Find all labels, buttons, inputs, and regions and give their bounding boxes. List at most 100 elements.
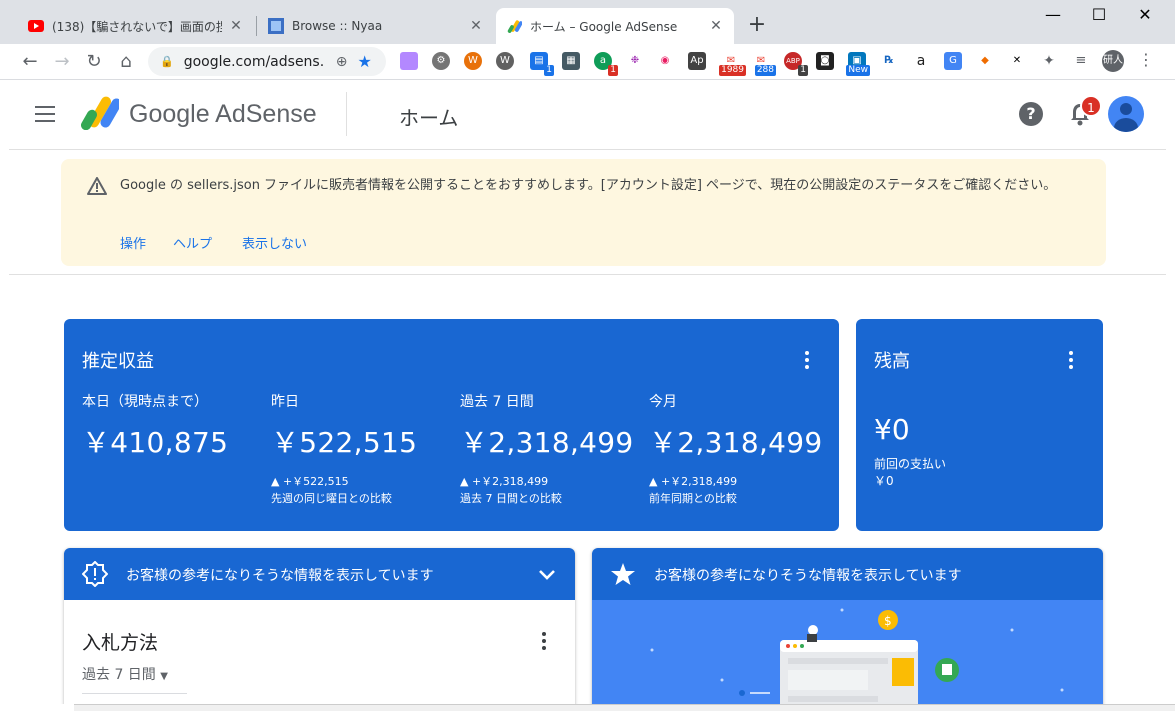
close-tab-icon[interactable]: ✕ <box>468 18 484 34</box>
home-icon[interactable]: ⌂ <box>114 50 138 74</box>
metric-compare: 前年同期との比較 <box>649 492 737 505</box>
sellers-json-notice: Google の sellers.json ファイルに販売者情報を公開することを… <box>61 159 1106 266</box>
back-arrow-icon[interactable]: ← <box>18 50 42 74</box>
metric-value: ￥2,318,499 <box>460 426 634 459</box>
google-translate-icon[interactable]: G <box>944 52 962 70</box>
tab-adsense[interactable]: ホーム – Google AdSense ✕ <box>496 8 734 44</box>
background-window-strip <box>74 704 1175 711</box>
extension-badge: New <box>846 65 870 76</box>
notice-help-link[interactable]: ヘルプ <box>173 233 212 252</box>
notice-action-link[interactable]: 操作 <box>120 233 146 252</box>
tab-nyaa[interactable]: Browse :: Nyaa ✕ <box>258 8 494 44</box>
nyaa-icon <box>268 18 284 34</box>
date-range-label: 過去 7 日間 <box>82 667 156 683</box>
extension-doc-icon[interactable]: ▤ 1 <box>530 52 554 76</box>
address-bar[interactable]: 🔒 google.com/adsens... ⊕ ★ <box>148 47 386 76</box>
metric-value: ￥2,318,499 <box>649 426 823 459</box>
metric-compare: 先週の同じ曜日との比較 <box>271 492 392 505</box>
metric-today: 本日（現時点まで） ￥410,875 <box>82 391 272 461</box>
extension-orange-icon[interactable]: ◆ <box>976 52 994 70</box>
browser-toolbar: ← → ↻ ⌂ 🔒 google.com/adsens... ⊕ ★ ⚙ W W… <box>0 44 1175 80</box>
metric-change: ▲ +￥2,318,499 <box>460 475 549 488</box>
extension-badge: 1 <box>798 65 808 76</box>
extension-x-icon[interactable]: ✕ <box>1008 52 1026 70</box>
extension-badge: 288 <box>754 65 776 76</box>
extension-w-icon[interactable]: W <box>464 52 482 70</box>
url-text: google.com/adsens... <box>183 53 324 70</box>
insight-header-text: お客様の参考になりそうな情報を表示しています <box>126 568 434 584</box>
metric-change: ▲ +￥522,515 <box>271 475 349 488</box>
page-title: ホーム <box>399 106 459 130</box>
last-payment-label: 前回の支払い <box>874 457 947 471</box>
dropdown-arrow-icon: ▼ <box>160 671 168 682</box>
media-queue-icon[interactable]: ≡ <box>1072 52 1090 70</box>
insight-card-bidding: お客様の参考になりそうな情報を表示しています 入札方法 過去 7 日間 ▼ <box>64 548 575 704</box>
balance-title: 残高 <box>874 351 910 372</box>
close-tab-icon[interactable]: ✕ <box>228 18 244 34</box>
notice-dismiss-link[interactable]: 表示しない <box>242 233 307 252</box>
extension-gear-icon[interactable]: ⚙ <box>432 52 450 70</box>
close-tab-icon[interactable]: ✕ <box>708 18 724 34</box>
metric-label: 本日（現時点まで） <box>82 394 208 410</box>
gmail-icon[interactable]: ✉ 288 <box>752 52 776 76</box>
more-options-icon[interactable] <box>542 632 546 653</box>
extension-purple-icon[interactable] <box>400 52 418 70</box>
metric-value: ￥410,875 <box>82 426 229 459</box>
help-icon[interactable]: ? <box>1019 102 1043 126</box>
amazon-icon[interactable]: a <box>912 52 930 70</box>
maximize-icon[interactable]: ☐ <box>1076 0 1122 30</box>
metric-value: ￥522,515 <box>271 426 418 459</box>
alert-badge-icon <box>81 560 109 588</box>
extension-flower-icon[interactable]: ❉ <box>626 52 644 70</box>
metric-change: ▲ +￥2,318,499 <box>649 475 738 488</box>
bookmark-star-icon[interactable]: ★ <box>357 52 371 71</box>
notification-badge: 1 <box>1080 95 1102 117</box>
color-wheel-icon[interactable]: ◉ <box>656 52 674 70</box>
section-divider <box>9 274 1166 275</box>
extensions-puzzle-icon[interactable]: ✦ <box>1040 52 1058 70</box>
tab-title: ホーム – Google AdSense <box>530 19 678 34</box>
extension-rx-icon[interactable]: ℞ <box>880 52 898 70</box>
tab-youtube[interactable]: (138)【騙されないで】画面の捏造ち ✕ <box>18 8 254 44</box>
metric-label: 昨日 <box>271 394 299 410</box>
metric-yesterday: 昨日 ￥522,515 ▲ +￥522,515 先週の同じ曜日との比較 <box>271 391 461 507</box>
dropdown-underline <box>82 693 187 694</box>
extension-a-icon[interactable]: a1 <box>594 52 618 76</box>
metric-compare: 過去 7 日間との比較 <box>460 492 562 505</box>
date-range-dropdown[interactable]: 過去 7 日間 ▼ <box>82 664 168 684</box>
extension-news-icon[interactable]: ▣ New <box>846 52 870 76</box>
adblock-icon[interactable]: ABP 1 <box>784 52 808 76</box>
account-avatar[interactable] <box>1108 96 1144 132</box>
new-tab-button[interactable]: + <box>744 12 770 38</box>
lock-icon: 🔒 <box>160 55 174 68</box>
logo-text: Google AdSense <box>129 100 317 128</box>
reload-icon[interactable]: ↻ <box>82 50 106 74</box>
insight-card-header[interactable]: お客様の参考になりそうな情報を表示しています <box>64 548 575 600</box>
extension-screen-icon[interactable]: ▦ <box>562 52 580 70</box>
notice-message: Google の sellers.json ファイルに販売者情報を公開することを… <box>120 178 1057 193</box>
gmail-icon[interactable]: ✉ 1989 <box>719 52 746 76</box>
bidding-title: 入札方法 <box>82 632 159 654</box>
adsense-logo-icon <box>81 96 122 131</box>
extension-mask-icon[interactable]: ◙ <box>816 52 834 70</box>
chevron-down-icon[interactable] <box>537 564 557 584</box>
minimize-icon[interactable]: — <box>1030 0 1076 30</box>
insight-card-illustration: お客様の参考になりそうな情報を表示しています $ <box>592 548 1103 704</box>
profile-avatar[interactable]: 研人 <box>1102 50 1124 72</box>
tab-separator <box>256 16 257 36</box>
more-options-icon[interactable] <box>1069 351 1073 372</box>
forward-arrow-icon[interactable]: → <box>50 50 74 74</box>
zoom-icon[interactable]: ⊕ <box>336 54 348 70</box>
hamburger-menu-icon[interactable] <box>35 106 55 122</box>
extension-badge: 1 <box>544 65 554 76</box>
insight-card-header[interactable]: お客様の参考になりそうな情報を表示しています <box>592 548 1103 600</box>
tab-title: (138)【騙されないで】画面の捏造ち <box>52 19 222 34</box>
svg-text:$: $ <box>884 614 892 628</box>
wordpress-icon[interactable]: W <box>496 52 514 70</box>
main-content: Google の sellers.json ファイルに販売者情報を公開することを… <box>9 150 1166 704</box>
metric-label: 過去 7 日間 <box>460 394 534 410</box>
browser-menu-icon[interactable]: ⋮ <box>1138 50 1154 69</box>
extension-ap-icon[interactable]: Ap <box>688 52 706 70</box>
more-options-icon[interactable] <box>805 351 809 372</box>
close-window-icon[interactable]: ✕ <box>1122 0 1168 30</box>
